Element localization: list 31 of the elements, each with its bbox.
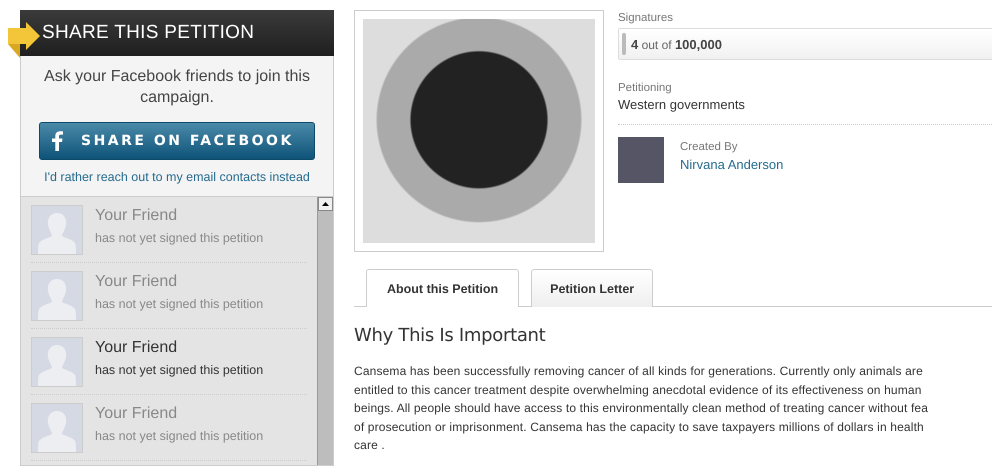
- avatar-silhouette-icon: [31, 271, 83, 321]
- avatar-photo-placeholder: [618, 137, 664, 183]
- email-contacts-link[interactable]: I'd rather reach out to my email contacts instead: [44, 170, 310, 184]
- scroll-up-button[interactable]: [318, 197, 333, 211]
- section-paragraph: Cansema has been successfully removing cancer of all kinds for generations. Currently only animals are entitled to this cancer treatment despite overwhelming anecdotal evidence of its effectiveness on human beings. All people should have access to this environmentally clean method of treating cancer without fea of prosecution or imprisonment. Cansema has the capacity to save taxpayers millions of dollars in health care .: [354, 363, 930, 454]
- signatures-label: Signatures: [618, 12, 674, 24]
- arrow-tab-icon: [8, 22, 42, 60]
- friend-name: Your Friend: [95, 273, 178, 291]
- panel-title: SHARE THIS PETITION: [20, 10, 334, 56]
- friend-status: has not yet signed this petition: [95, 297, 264, 311]
- triangle-up-icon: [322, 202, 329, 206]
- friend-name: Your Friend: [95, 207, 178, 225]
- section-heading: Why This Is Important: [354, 325, 546, 346]
- petitioning-label: Petitioning: [618, 82, 673, 94]
- share-facebook-button[interactable]: SHARE ON FACEBOOK: [39, 122, 315, 160]
- facebook-f-icon: [52, 131, 63, 151]
- creator-link[interactable]: Nirvana Anderson: [680, 157, 784, 172]
- friend-name: Your Friend: [95, 339, 178, 357]
- friend-name: Your Friend: [95, 405, 178, 423]
- tab[interactable]: Petition Letter: [531, 269, 654, 307]
- avatar-silhouette-icon: [31, 337, 83, 387]
- avatar-silhouette-icon: [31, 205, 83, 255]
- friend-status: has not yet signed this petition: [95, 363, 264, 377]
- friend-status: has not yet signed this petition: [95, 231, 264, 245]
- tab[interactable]: About this Petition: [366, 269, 520, 307]
- friend-status: has not yet signed this petition: [95, 429, 264, 443]
- petitioning-value: Western governments: [618, 97, 992, 125]
- created-by-label: Created By: [680, 141, 739, 153]
- share-prompt: Ask your Facebook friends to join this campaign.: [43, 67, 311, 108]
- avatar-silhouette-icon: [31, 403, 83, 453]
- signature-count: 4 out of 100,000: [630, 36, 722, 52]
